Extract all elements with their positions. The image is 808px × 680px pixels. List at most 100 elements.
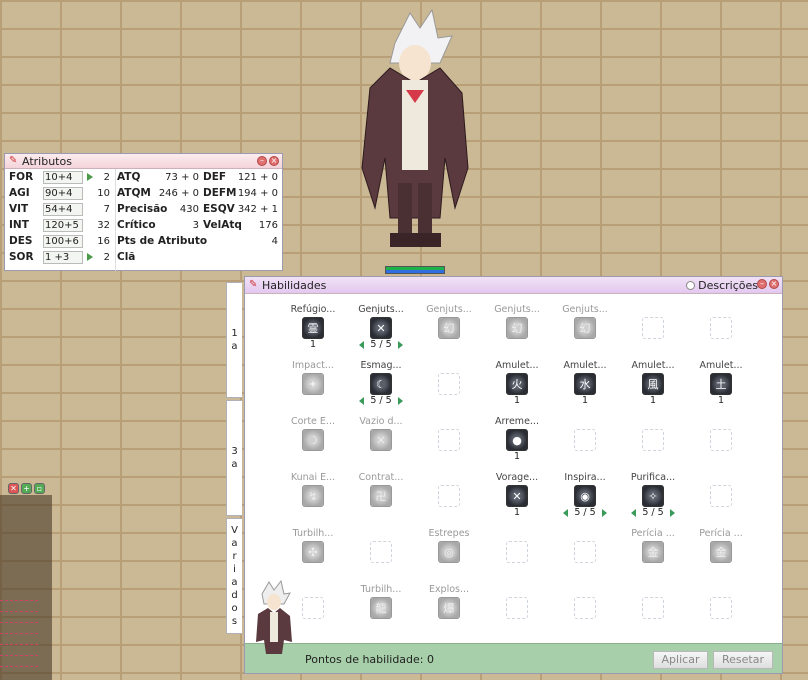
skill-icon[interactable]: ✕ xyxy=(506,485,528,507)
skill-icon[interactable]: ✣ xyxy=(302,541,324,563)
skill-item[interactable]: Genjuts... 幻 xyxy=(553,304,617,360)
skill-icon[interactable]: ✕ xyxy=(370,317,392,339)
esqv-value: 342 + 1 xyxy=(237,203,278,215)
skill-icon[interactable]: 龍 xyxy=(370,597,392,619)
skills-title-bar[interactable]: ✎ Habilidades Descrições – × xyxy=(245,277,782,294)
skill-icon[interactable]: ✦ xyxy=(302,373,324,395)
player-character[interactable] xyxy=(360,8,470,258)
tab-variados[interactable]: Variados xyxy=(226,518,242,634)
tab-3a[interactable]: 3a xyxy=(226,400,242,516)
skill-item[interactable]: Turbilh... ✣ xyxy=(281,528,345,584)
increase-level-icon[interactable] xyxy=(397,397,403,405)
skill-item[interactable]: Turbilh... 龍 xyxy=(349,584,413,640)
skill-item[interactable]: Vorage... ✕ 1 xyxy=(485,472,549,528)
skill-name: Perícia ... xyxy=(631,528,675,539)
skill-icon[interactable]: 幻 xyxy=(438,317,460,339)
skill-icon[interactable]: 土 xyxy=(710,373,732,395)
skill-name: Explos... xyxy=(428,584,470,595)
descriptions-toggle[interactable]: Descrições xyxy=(686,279,758,292)
info-esqv: ESQV 342 + 1 xyxy=(203,201,278,217)
stat-cost: 16 xyxy=(97,235,110,247)
decrease-level-icon[interactable] xyxy=(563,509,569,517)
attributes-window[interactable]: ✎ Atributos – × ATQ 73 + 0 DEF 121 + 0 A… xyxy=(4,153,283,271)
skill-item[interactable]: Perícia ... 金 xyxy=(689,528,753,584)
skill-item[interactable]: Arreme... ● 1 xyxy=(485,416,549,472)
skill-icon[interactable]: 幻 xyxy=(574,317,596,339)
skill-item[interactable]: Amulet... 風 1 xyxy=(621,360,685,416)
decrease-level-icon[interactable] xyxy=(631,509,637,517)
skill-item[interactable]: Genjuts... 幻 xyxy=(417,304,481,360)
skill-item[interactable]: Explos... 爆 xyxy=(417,584,481,640)
attributes-title-bar[interactable]: ✎ Atributos – × xyxy=(5,154,282,169)
lock-icon[interactable]: ▫ xyxy=(34,483,45,494)
skill-level-row: 5 / 5 xyxy=(349,339,413,351)
skill-item[interactable]: Esmag... ☾ 5 / 5 xyxy=(349,360,413,416)
atq-label: ATQ xyxy=(117,171,141,183)
skill-icon[interactable]: ◉ xyxy=(574,485,596,507)
divider xyxy=(115,169,116,271)
skill-item[interactable]: Perícia ... 金 xyxy=(621,528,685,584)
skill-item[interactable]: Refúgio... 霊 1 xyxy=(281,304,345,360)
skill-icon[interactable]: ☽ xyxy=(302,429,324,451)
skill-icon[interactable]: 幻 xyxy=(506,317,528,339)
plus-icon[interactable]: + xyxy=(21,483,32,494)
decrease-level-icon[interactable] xyxy=(359,341,365,349)
minimize-icon[interactable]: – xyxy=(257,156,267,166)
skill-icon[interactable]: 火 xyxy=(506,373,528,395)
skill-icon[interactable]: ✧ xyxy=(642,485,664,507)
skill-icon[interactable]: ↯ xyxy=(302,485,324,507)
skill-icon[interactable]: 風 xyxy=(642,373,664,395)
increase-level-icon[interactable] xyxy=(397,341,403,349)
skill-item[interactable]: Amulet... 土 1 xyxy=(689,360,753,416)
skill-name: Genjuts... xyxy=(358,304,404,315)
skill-icon[interactable]: 水 xyxy=(574,373,596,395)
close-icon[interactable]: ✕ xyxy=(8,483,19,494)
skill-icon[interactable]: ◎ xyxy=(438,541,460,563)
skill-item[interactable]: Genjuts... ✕ 5 / 5 xyxy=(349,304,413,360)
empty-skill-slot xyxy=(710,317,732,339)
skill-icon[interactable]: 卍 xyxy=(370,485,392,507)
close-icon[interactable]: × xyxy=(269,156,279,166)
decrease-level-icon[interactable] xyxy=(359,397,365,405)
empty-skill-slot xyxy=(506,597,528,619)
skill-item[interactable]: Amulet... 火 1 xyxy=(485,360,549,416)
skill-item[interactable]: Inspira... ◉ 5 / 5 xyxy=(553,472,617,528)
increase-level-icon[interactable] xyxy=(601,509,607,517)
skill-item[interactable]: Contrat... 卍 xyxy=(349,472,413,528)
skill-item[interactable]: Kunai E... ↯ xyxy=(281,472,345,528)
stat-cost: 32 xyxy=(97,219,110,231)
skill-item[interactable]: Purifica... ✧ 5 / 5 xyxy=(621,472,685,528)
skill-icon[interactable]: 金 xyxy=(710,541,732,563)
skill-icon[interactable]: 金 xyxy=(642,541,664,563)
skills-window[interactable]: ✎ Habilidades Descrições – × Refúgio... 霊… xyxy=(244,276,783,674)
apply-button[interactable]: Aplicar xyxy=(653,651,708,669)
precisao-label: Precisão xyxy=(117,203,168,215)
tab-1a[interactable]: 1a xyxy=(226,282,242,398)
skill-item[interactable]: Amulet... 水 1 xyxy=(553,360,617,416)
skills-footer: Pontos de habilidade: 0 Aplicar Resetar xyxy=(245,643,782,673)
skill-icon[interactable]: 霊 xyxy=(302,317,324,339)
skill-item[interactable]: Impact... ✦ xyxy=(281,360,345,416)
skill-item[interactable]: Genjuts... 幻 xyxy=(485,304,549,360)
skill-name: Amulet... xyxy=(699,360,743,371)
skill-item[interactable]: Corte E... ☽ xyxy=(281,416,345,472)
skill-item[interactable]: Vazio d... ✕ xyxy=(349,416,413,472)
stat-name: AGI xyxy=(9,187,30,199)
minimize-icon[interactable]: – xyxy=(757,279,767,289)
pts-label: Pts de Atributo xyxy=(117,235,208,247)
close-icon[interactable]: × xyxy=(769,279,779,289)
reset-button[interactable]: Resetar xyxy=(713,651,773,669)
skill-icon[interactable]: ✕ xyxy=(370,429,392,451)
radio-icon[interactable] xyxy=(686,281,696,290)
skill-icon[interactable]: 爆 xyxy=(438,597,460,619)
sp-fill xyxy=(386,270,444,273)
increase-level-icon[interactable] xyxy=(669,509,675,517)
raise-stat-icon[interactable] xyxy=(87,253,93,261)
skill-item[interactable]: Estrepes ◎ xyxy=(417,528,481,584)
raise-stat-icon[interactable] xyxy=(87,173,93,181)
skill-level-row xyxy=(417,563,481,575)
atqm-label: ATQM xyxy=(117,187,151,199)
skill-icon[interactable]: ● xyxy=(506,429,528,451)
stat-row-for: FOR 10+4 2 xyxy=(9,169,110,185)
skill-icon[interactable]: ☾ xyxy=(370,373,392,395)
